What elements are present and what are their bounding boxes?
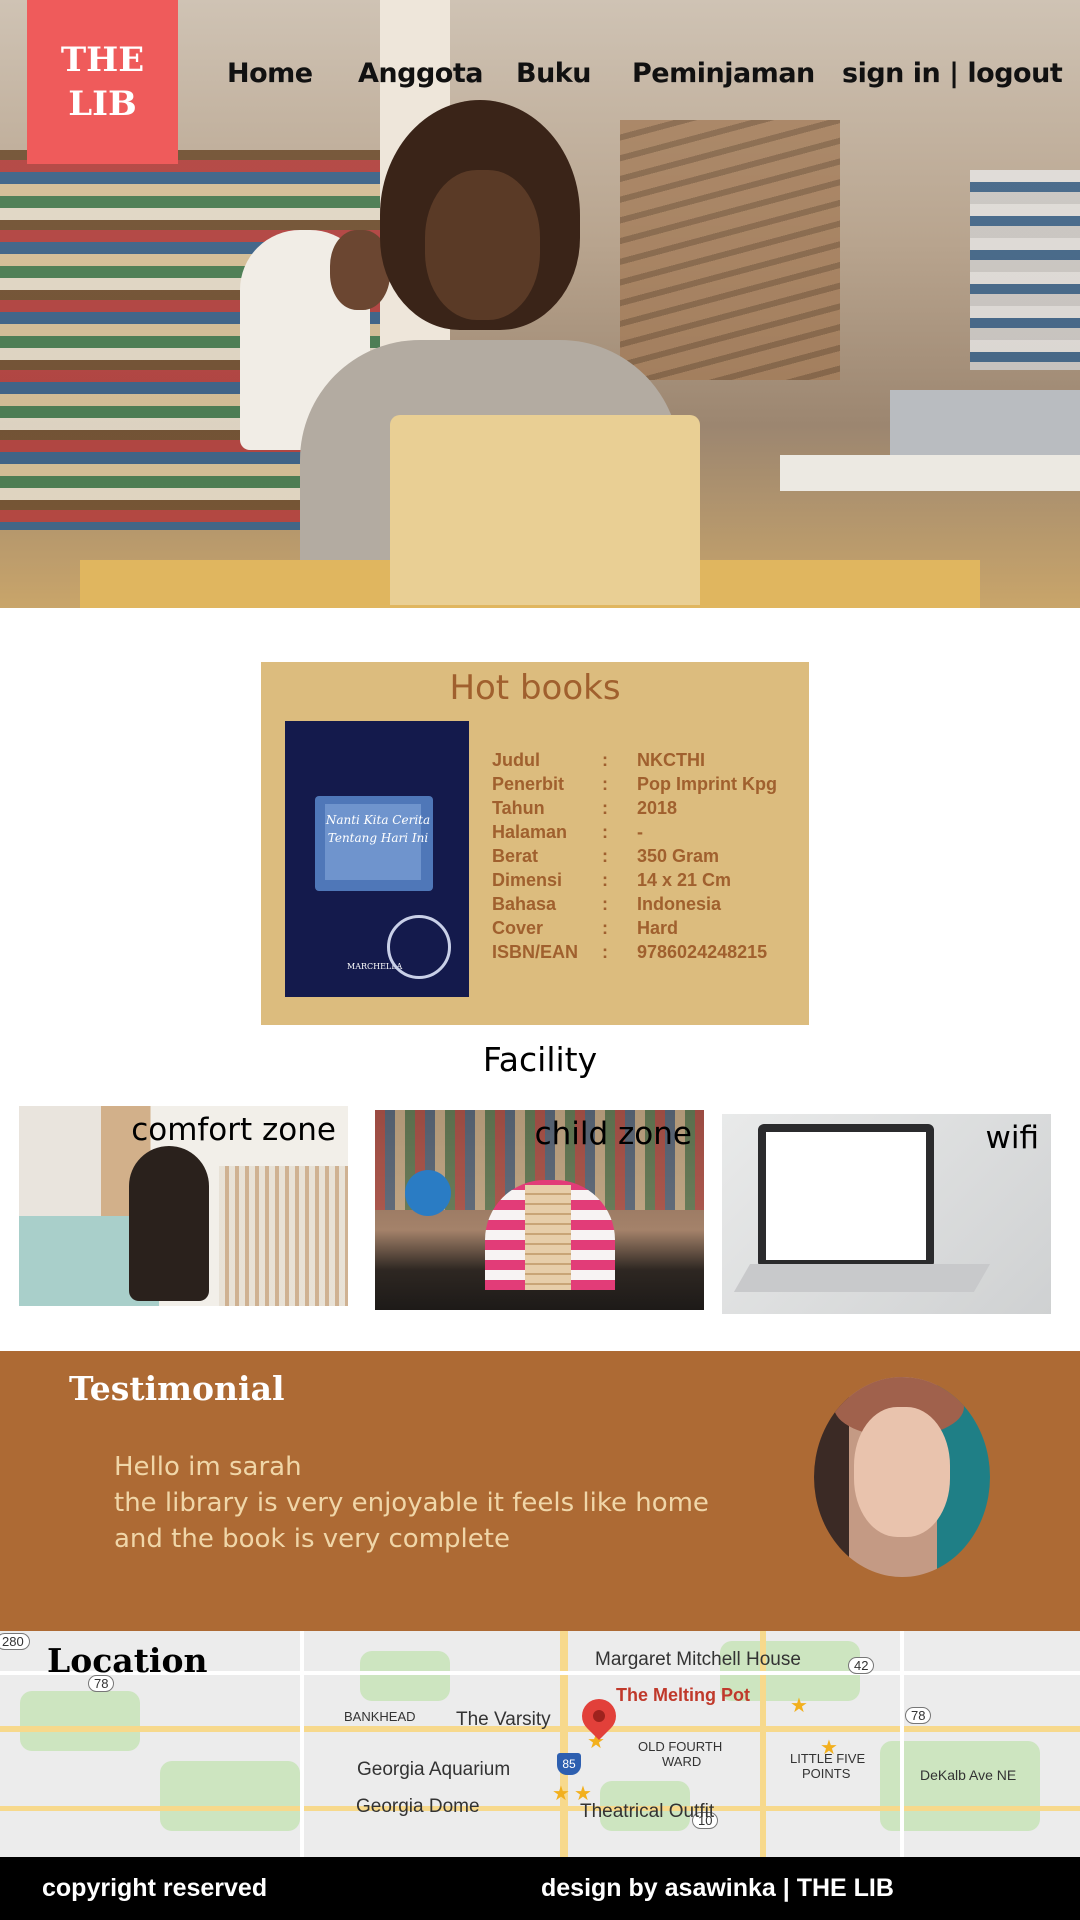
spec-sep: :: [602, 918, 608, 938]
quote-line: and the book is very complete: [114, 1524, 510, 1554]
interstate-shield: 85: [557, 1753, 581, 1775]
cover-title: Nanti Kita Cerita Tentang Hari Ini: [325, 813, 431, 845]
spec-key: Cover: [492, 918, 544, 938]
testimonial-quote: Hello im sarah the library is very enjoy…: [114, 1449, 709, 1557]
spec-key: Dimensi: [492, 870, 563, 890]
bookshelf-right: [970, 170, 1080, 370]
spec-key: Tahun: [492, 798, 545, 818]
highway-shield: 280: [0, 1633, 30, 1650]
spec-value: NKCTHI: [637, 750, 705, 770]
hot-books-title: Hot books: [449, 668, 621, 708]
spec-value: Indonesia: [637, 894, 722, 914]
laptop-keyboard: [733, 1264, 991, 1292]
facility-label: comfort zone: [131, 1112, 336, 1148]
spec-value: -: [637, 822, 643, 842]
spec-sep: :: [602, 774, 608, 794]
spec-sep: :: [602, 798, 608, 818]
spec-value: 9786024248215: [637, 942, 768, 962]
map-park: [20, 1691, 140, 1751]
footer-copyright: copyright reserved: [42, 1874, 268, 1902]
map-road: [0, 1806, 1080, 1811]
nav-sign-in-logout[interactable]: sign in | logout: [842, 58, 1063, 89]
nav-home[interactable]: Home: [227, 58, 313, 89]
nav-anggota[interactable]: Anggota: [358, 58, 483, 89]
spec-key: Judul: [492, 750, 540, 770]
spec-value: Hard: [637, 918, 679, 938]
map-park: [880, 1741, 1040, 1831]
spec-key: Berat: [492, 846, 539, 866]
logo-line2: LIB: [68, 84, 137, 124]
highway-shield: 42: [848, 1657, 875, 1674]
site-logo[interactable]: THE LIB: [27, 0, 178, 164]
nav-peminjaman[interactable]: Peminjaman: [632, 58, 815, 89]
map-place[interactable]: The Melting Pot: [616, 1685, 750, 1706]
spec-value: 350 Gram: [637, 846, 720, 866]
facility-wifi[interactable]: wifi: [722, 1114, 1051, 1314]
testimonial-avatar: [814, 1377, 990, 1577]
map-place: WARD: [662, 1754, 702, 1769]
map-place[interactable]: Margaret Mitchell House: [595, 1649, 801, 1671]
spec-key: Halaman: [492, 822, 568, 842]
reader-figure: [129, 1146, 209, 1301]
publisher-emblem-icon: [387, 915, 451, 979]
testimonial-section: Testimonial Hello im sarah the library i…: [0, 1351, 1080, 1631]
map-street: [900, 1631, 904, 1857]
spec-sep: :: [602, 942, 608, 962]
map-street: [300, 1631, 304, 1857]
nav-buku[interactable]: Buku: [516, 58, 591, 89]
map-place[interactable]: Theatrical Outfit: [580, 1801, 714, 1823]
location-title: Location: [47, 1641, 208, 1680]
facility-child-zone[interactable]: child zone: [375, 1110, 704, 1310]
location-map[interactable]: Location 280 78 42 78 10 85 Margaret Mit…: [0, 1631, 1080, 1857]
desk-right: [780, 455, 1080, 491]
facility-label: wifi: [985, 1120, 1040, 1156]
spec-key: Penerbit: [492, 774, 565, 794]
spec-key: Bahasa: [492, 894, 557, 914]
facility-label: child zone: [534, 1116, 692, 1152]
star-icon: ★: [820, 1737, 838, 1759]
map-place: OLD FOURTH: [638, 1739, 723, 1754]
map-place: DeKalb Ave NE: [920, 1767, 1017, 1783]
facility-comfort-zone[interactable]: comfort zone: [19, 1106, 348, 1306]
hot-books-card: Hot books Nanti Kita Cerita Tentang Hari…: [261, 662, 809, 1025]
spec-value: 14 x 21 Cm: [637, 870, 732, 890]
logo-line1: THE: [60, 40, 145, 80]
map-place[interactable]: Georgia Aquarium: [357, 1759, 510, 1781]
laptop-screen: [758, 1124, 934, 1268]
map-place[interactable]: Georgia Dome: [356, 1796, 480, 1818]
block-tower: [525, 1185, 571, 1290]
spec-sep: :: [602, 894, 608, 914]
laptop-image: [390, 415, 700, 605]
spec-key: ISBN/EAN: [492, 942, 579, 962]
quote-line: the library is very enjoyable it feels l…: [114, 1488, 709, 1518]
book-cover[interactable]: Nanti Kita Cerita Tentang Hari Ini MARCH…: [285, 721, 469, 997]
highway-shield: 78: [88, 1675, 115, 1692]
map-road: [560, 1631, 568, 1857]
star-icon: ★: [790, 1695, 808, 1717]
spec-sep: :: [602, 870, 608, 890]
highway-shield: 78: [905, 1707, 932, 1724]
spec-value: 2018: [637, 798, 678, 818]
quote-line: Hello im sarah: [114, 1452, 302, 1482]
spec-value: Pop Imprint Kpg: [637, 774, 777, 794]
testimonial-title: Testimonial: [69, 1369, 285, 1408]
star-icon: ★: [574, 1783, 592, 1805]
shelves: [219, 1166, 348, 1306]
globe-icon: [405, 1170, 451, 1216]
map-park: [160, 1761, 300, 1831]
facility-title: Facility: [482, 1040, 598, 1079]
map-park: [360, 1651, 450, 1701]
spec-sep: :: [602, 750, 608, 770]
star-icon: ★: [552, 1783, 570, 1805]
footer: copyright reserved design by asawinka | …: [0, 1857, 1080, 1920]
spec-sep: :: [602, 846, 608, 866]
map-place: POINTS: [802, 1766, 851, 1781]
map-place[interactable]: The Varsity: [456, 1709, 551, 1731]
footer-credit: design by asawinka | THE LIB: [541, 1874, 894, 1902]
map-place: BANKHEAD: [344, 1709, 416, 1724]
spec-sep: :: [602, 822, 608, 842]
